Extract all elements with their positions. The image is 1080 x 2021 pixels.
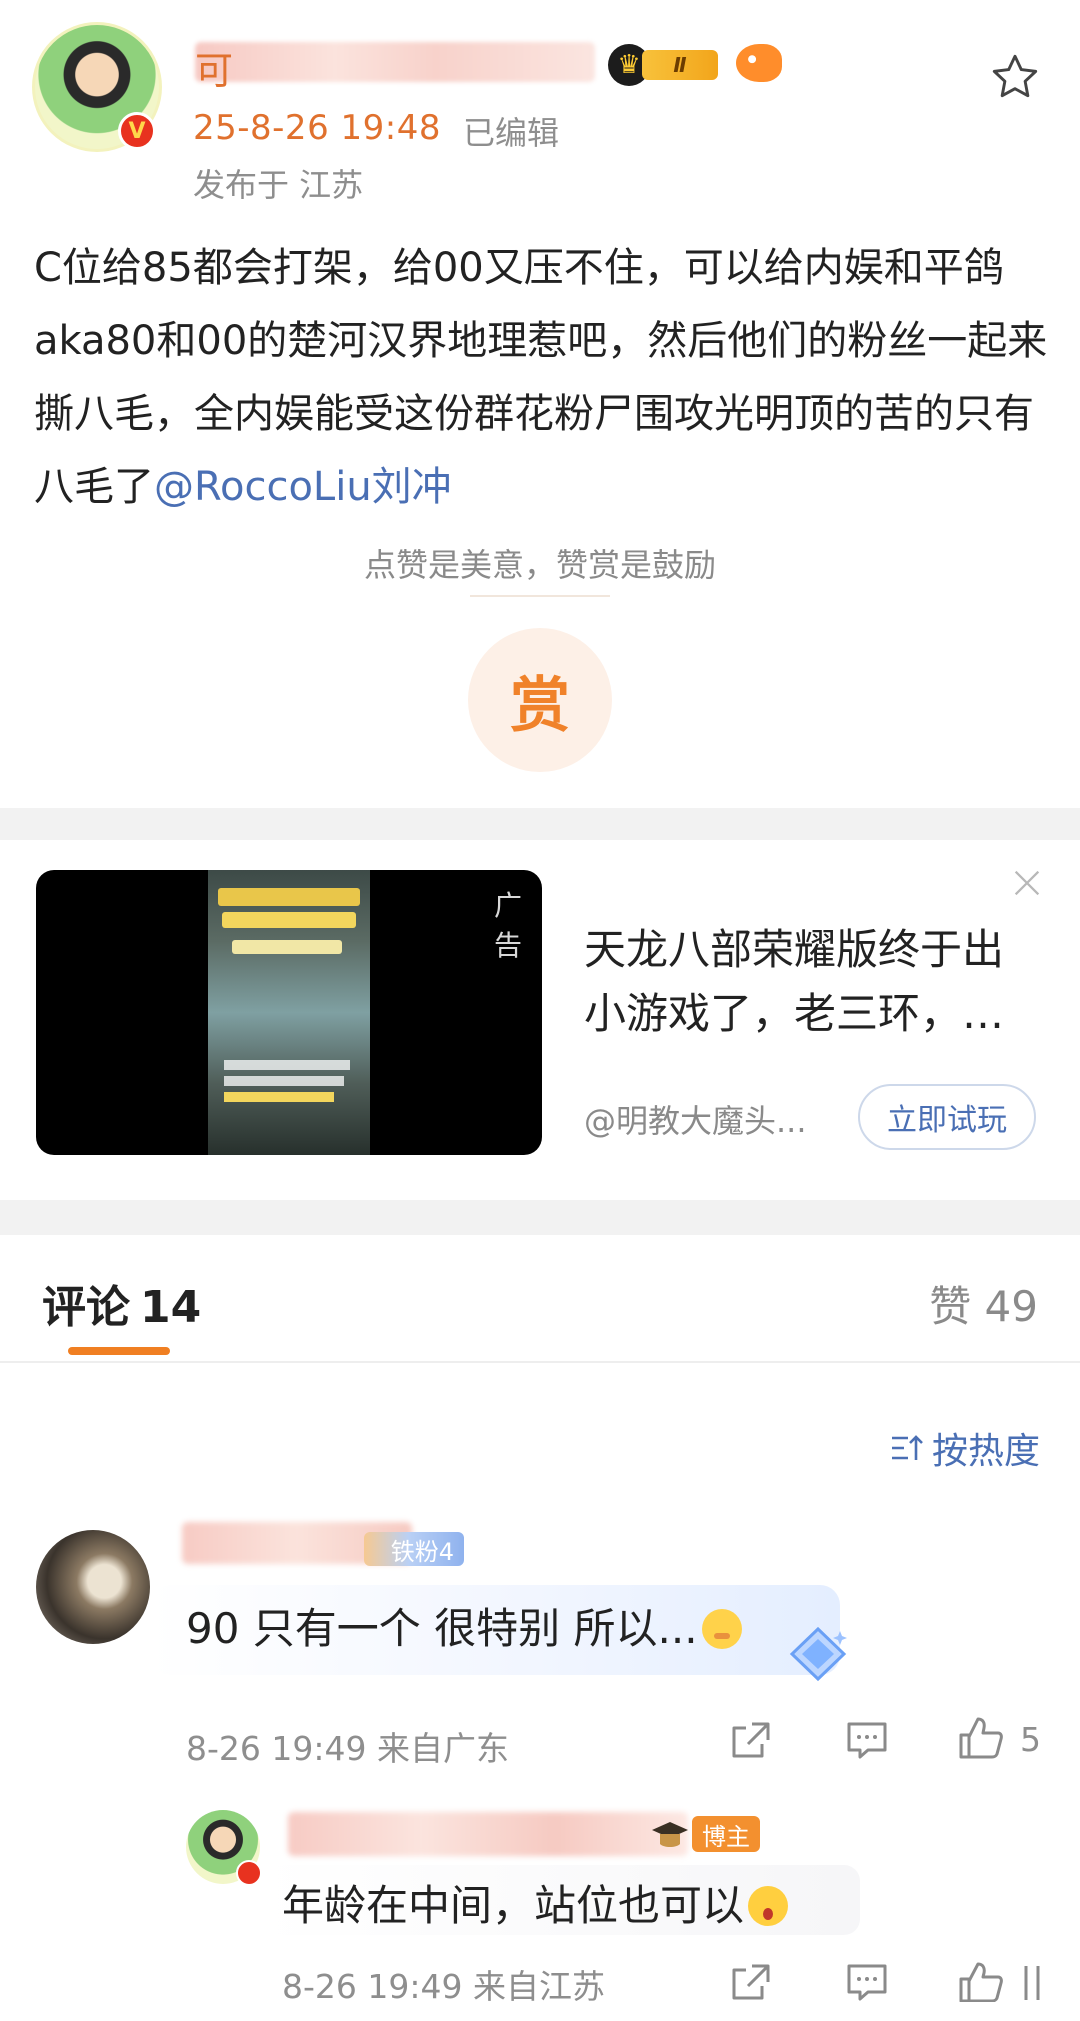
video-caption xyxy=(232,940,342,954)
reward-hint: 点赞是美意，赞赏是鼓励 xyxy=(363,546,716,584)
edited-label[interactable]: 已编辑 xyxy=(463,108,559,154)
post-location: 发布于 江苏 xyxy=(193,166,364,204)
section-divider xyxy=(0,1200,1080,1235)
comment-text[interactable]: 90 只有一个 很特别 所以... xyxy=(186,1595,742,1656)
ad-video-thumbnail[interactable]: 广告 xyxy=(36,870,542,1155)
author-name-first-char[interactable]: 可 xyxy=(195,40,233,95)
close-icon[interactable] xyxy=(1010,866,1044,900)
like-count: 5 xyxy=(1020,1720,1041,1759)
video-caption xyxy=(222,912,356,928)
video-caption xyxy=(224,1092,334,1102)
fish-badge-icon[interactable] xyxy=(736,44,782,82)
share-icon[interactable] xyxy=(730,1720,772,1760)
comment-text-content: 90 只有一个 很特别 所以... xyxy=(186,1604,698,1653)
commenter-avatar[interactable] xyxy=(36,1530,150,1644)
ad-video-frame xyxy=(208,870,370,1155)
ad-label: 广告 xyxy=(494,889,523,962)
author-badge: 博主 xyxy=(692,1816,760,1852)
post-header: V 可 ♛ Ⅱ 25-8-26 19:48 已编辑 发布于 江苏 xyxy=(0,0,1080,204)
video-caption xyxy=(218,888,360,906)
ad-source[interactable]: @明教大魔头... xyxy=(584,1096,807,1142)
sort-label: 按热度 xyxy=(931,1431,1040,1472)
comment-icon[interactable] xyxy=(846,1962,888,2002)
member-level-badge[interactable]: ♛ Ⅱ xyxy=(608,44,720,86)
emoji-icon xyxy=(701,1609,742,1649)
more-icon[interactable] xyxy=(1022,1962,1046,2002)
tab-likes[interactable]: 赞 49 xyxy=(929,1273,1038,1334)
section-divider xyxy=(0,808,1080,840)
verified-badge-icon xyxy=(236,1860,262,1886)
reply-text[interactable]: 年龄在中间，站位也可以 xyxy=(282,1872,789,1933)
post-time: 25-8-26 19:48 xyxy=(193,108,441,148)
verified-badge-icon: V xyxy=(118,112,156,150)
video-caption xyxy=(224,1076,344,1086)
level-label: Ⅱ xyxy=(642,50,718,80)
sort-icon xyxy=(891,1435,923,1460)
fan-badge[interactable]: 铁粉4 xyxy=(364,1532,464,1566)
tab-comments-label: 评论 xyxy=(42,1282,130,1333)
reward-label: 赏 xyxy=(510,670,570,741)
author-name-redacted[interactable] xyxy=(288,1812,688,1856)
post-body: C位给85都会打架，给00又压不住，可以给内娱和平鸽aka80和00的楚河汉界地… xyxy=(34,232,1050,524)
try-now-button[interactable]: 立即试玩 xyxy=(858,1084,1036,1150)
tab-comments-count: 14 xyxy=(140,1282,202,1333)
star-icon[interactable] xyxy=(988,50,1042,104)
thumbs-up-icon[interactable] xyxy=(958,1716,1004,1760)
sort-toggle[interactable]: 按热度 xyxy=(890,1422,1040,1474)
reply-meta: 8-26 19:49 来自江苏 xyxy=(282,1967,605,2006)
comment-tabs: 评论 14 赞 49 xyxy=(0,1235,1080,1363)
author-name-redacted[interactable] xyxy=(195,42,595,82)
video-caption xyxy=(224,1060,350,1070)
divider xyxy=(470,595,610,597)
tab-comments[interactable]: 评论 14 xyxy=(42,1271,201,1335)
reward-button[interactable]: 赏 xyxy=(468,628,612,772)
diamond-icon xyxy=(789,1626,847,1682)
mortarboard-icon xyxy=(652,1822,688,1847)
reply-text-content: 年龄在中间，站位也可以 xyxy=(282,1881,745,1930)
mention-link[interactable]: @RoccoLiu刘冲 xyxy=(154,464,452,510)
comment-meta: 8-26 19:49 来自广东 xyxy=(186,1729,509,1768)
active-tab-indicator xyxy=(68,1347,170,1355)
ad-title[interactable]: 天龙八部荣耀版终于出小游戏了，老三环，… xyxy=(584,918,1044,1046)
comment-icon[interactable] xyxy=(846,1720,888,1760)
emoji-icon xyxy=(748,1886,789,1926)
thumbs-up-icon[interactable] xyxy=(958,1962,1004,2002)
share-icon[interactable] xyxy=(730,1962,772,2002)
